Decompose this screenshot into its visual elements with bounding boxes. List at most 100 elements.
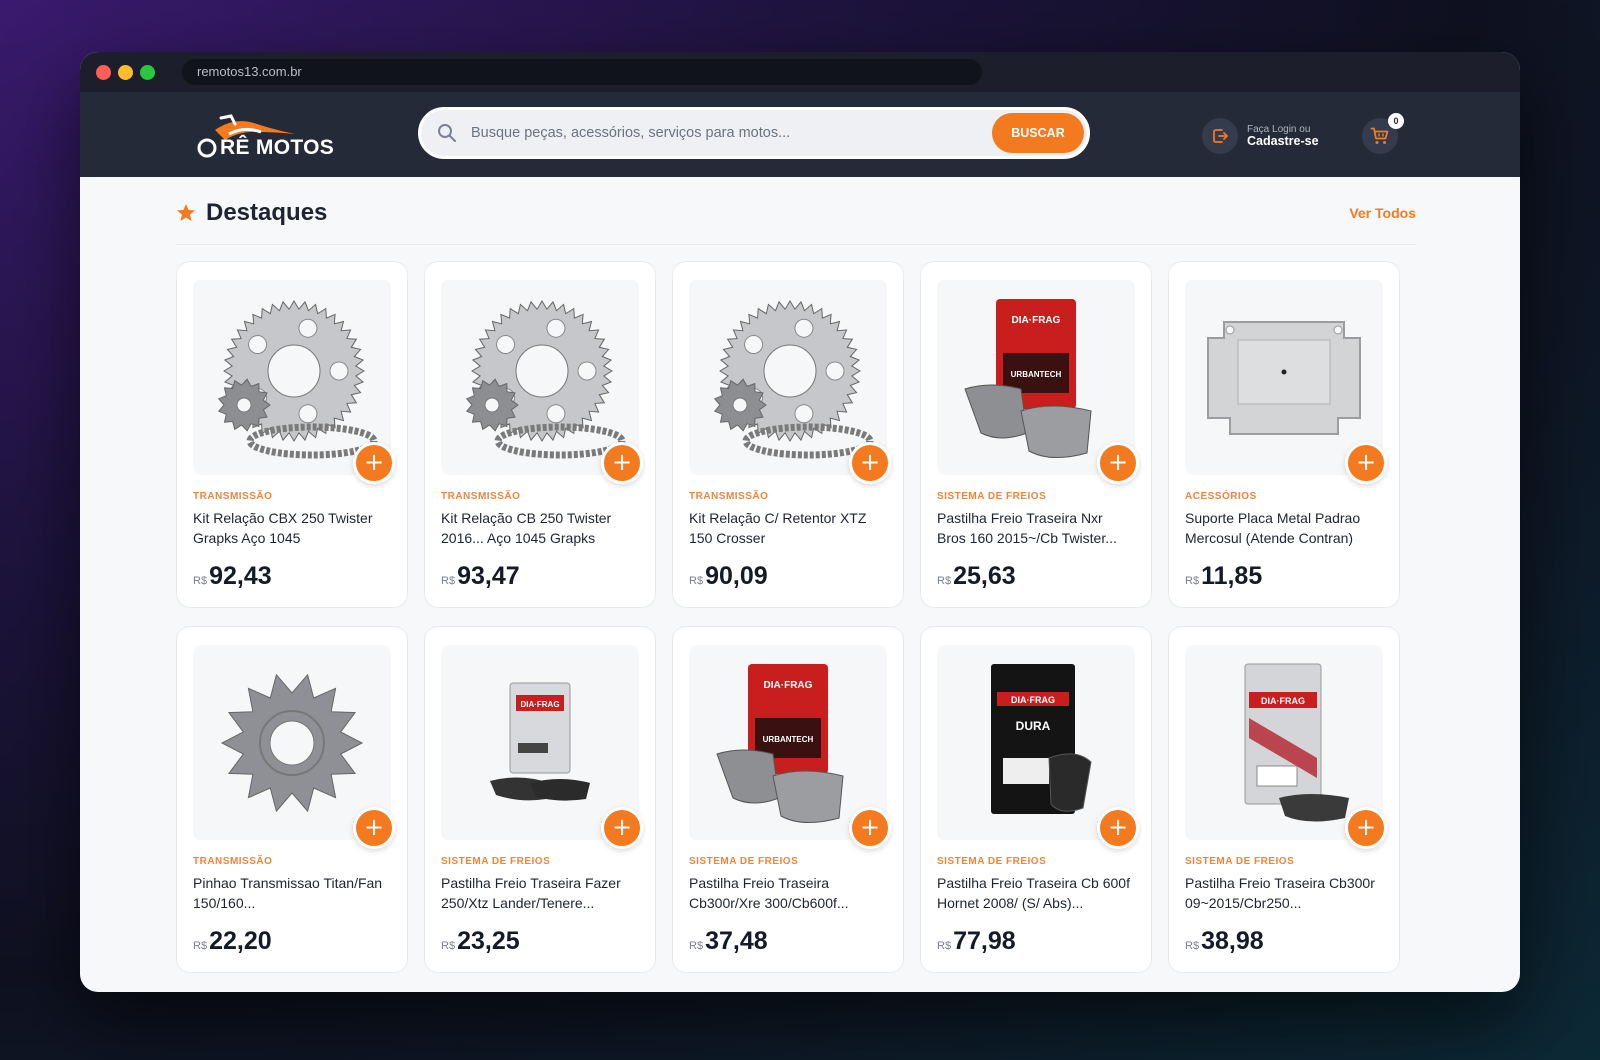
price-currency: R$ [193, 940, 208, 952]
minimize-window-button[interactable] [118, 64, 133, 80]
product-price: R$ 90,09 [689, 562, 887, 591]
product-grid: + TRANSMISSÃO Kit Relação CBX 250 Twiste… [176, 261, 1416, 973]
price-currency: R$ [1185, 940, 1200, 952]
svg-text:DIA·FRAG: DIA·FRAG [520, 700, 559, 709]
svg-text:URBANTECH: URBANTECH [1011, 370, 1062, 379]
price-amount: 37,48 [705, 927, 768, 955]
svg-text:DIA·FRAG: DIA·FRAG [764, 680, 813, 691]
add-to-cart-button[interactable]: + [1345, 442, 1387, 484]
login-icon [1202, 118, 1238, 154]
price-currency: R$ [441, 575, 456, 587]
price-currency: R$ [441, 940, 456, 952]
add-to-cart-button[interactable]: + [1097, 442, 1139, 484]
price-currency: R$ [937, 575, 952, 587]
product-name[interactable]: Pastilha Freio Traseira Cb300r/Xre 300/C… [689, 873, 887, 913]
product-card[interactable]: + TRANSMISSÃO Kit Relação CBX 250 Twiste… [176, 261, 408, 608]
product-card[interactable]: + TRANSMISSÃO Kit Relação C/ Retentor XT… [672, 261, 904, 608]
add-to-cart-button[interactable]: + [1097, 807, 1139, 849]
product-card[interactable]: DIA·FRAG DURA + SISTEMA DE FREIOS Pastil… [920, 626, 1152, 973]
cart-count-badge: 0 [1388, 113, 1404, 129]
product-card[interactable]: DIA·FRAG URBANTECH + SISTEMA DE FREIOS P… [920, 261, 1152, 608]
price-amount: 11,85 [1201, 562, 1263, 590]
section-title: Destaques [206, 198, 328, 226]
maximize-window-button[interactable] [140, 64, 155, 80]
add-to-cart-button[interactable]: + [601, 442, 643, 484]
featured-section-header: Destaques Ver Todos [176, 177, 1416, 245]
price-amount: 23,25 [457, 927, 520, 955]
price-amount: 25,63 [953, 562, 1016, 590]
price-amount: 92,43 [209, 562, 272, 590]
brake-pad-gray-image: DIA·FRAG [1244, 663, 1349, 822]
add-to-cart-button[interactable]: + [849, 807, 891, 849]
view-all-link[interactable]: Ver Todos [1349, 205, 1416, 221]
price-amount: 90,09 [705, 562, 768, 590]
browser-window: remotos13.com.br RÊ MOTOS BUSCAR [80, 52, 1520, 992]
product-name[interactable]: Kit Relação C/ Retentor XTZ 150 Crosser [689, 508, 887, 548]
svg-text:DIA·FRAG: DIA·FRAG [1011, 695, 1055, 705]
price-amount: 38,98 [1201, 927, 1264, 955]
product-category: SISTEMA DE FREIOS [1185, 856, 1295, 867]
product-price: R$ 23,25 [441, 927, 639, 956]
product-category: SISTEMA DE FREIOS [937, 856, 1047, 867]
product-card[interactable]: DIA·FRAG URBANTECH + SISTEMA DE FREIOS P… [672, 626, 904, 973]
add-to-cart-button[interactable]: + [1345, 807, 1387, 849]
product-category: TRANSMISSÃO [193, 491, 273, 502]
svg-text:URBANTECH: URBANTECH [763, 735, 814, 744]
product-card[interactable]: DIA·FRAG + SISTEMA DE FREIOS Pastilha Fr… [1168, 626, 1400, 973]
plate-holder-image [1207, 320, 1361, 435]
product-price: R$ 22,20 [193, 927, 391, 956]
sprocket-image [220, 673, 364, 812]
product-category: ACESSÓRIOS [1185, 491, 1257, 502]
product-category: SISTEMA DE FREIOS [441, 856, 551, 867]
logo-text: RÊ MOTOS [220, 136, 335, 159]
brake-pad-small-image: DIA·FRAG [490, 682, 590, 801]
close-window-button[interactable] [96, 64, 111, 80]
product-card[interactable]: + TRANSMISSÃO Kit Relação CB 250 Twister… [424, 261, 656, 608]
star-icon [177, 203, 195, 221]
product-name[interactable]: Pinhao Transmissao Titan/Fan 150/160... [193, 873, 391, 913]
product-category: TRANSMISSÃO [441, 491, 521, 502]
price-currency: R$ [1185, 575, 1200, 587]
site-header: RÊ MOTOS BUSCAR Faça Login ou Cadastre-s… [80, 92, 1520, 177]
add-to-cart-button[interactable]: + [601, 807, 643, 849]
product-card[interactable]: DIA·FRAG + SISTEMA DE FREIOS Pastilha Fr… [424, 626, 656, 973]
product-card[interactable]: + TRANSMISSÃO Pinhao Transmissao Titan/F… [176, 626, 408, 973]
search-bar: BUSCAR [418, 107, 1090, 159]
product-category: SISTEMA DE FREIOS [937, 491, 1047, 502]
price-currency: R$ [689, 940, 704, 952]
product-name[interactable]: Pastilha Freio Traseira Fazer 250/Xtz La… [441, 873, 639, 913]
chain-kit-image [713, 299, 874, 458]
register-label: Cadastre-se [1247, 133, 1319, 148]
product-name[interactable]: Kit Relação CB 250 Twister 2016... Aço 1… [441, 508, 639, 548]
login-link[interactable]: Faça Login ou Cadastre-se [1202, 118, 1319, 154]
cart-button[interactable]: 0 [1362, 113, 1404, 154]
price-currency: R$ [689, 575, 704, 587]
add-to-cart-button[interactable]: + [353, 442, 395, 484]
price-amount: 93,47 [457, 562, 520, 590]
product-price: R$ 77,98 [937, 927, 1135, 956]
svg-text:DIA·FRAG: DIA·FRAG [1012, 315, 1061, 326]
product-name[interactable]: Pastilha Freio Traseira Cb 600f Hornet 2… [937, 873, 1135, 913]
main-content: Destaques Ver Todos + TRANSMISSÃO Kit Re… [176, 177, 1416, 973]
product-name[interactable]: Kit Relação CBX 250 Twister Grapks Aço 1… [193, 508, 391, 548]
add-to-cart-button[interactable]: + [353, 807, 395, 849]
product-name[interactable]: Pastilha Freio Traseira Cb300r 09~2015/C… [1185, 873, 1383, 913]
cart-icon [1370, 127, 1389, 144]
product-price: R$ 93,47 [441, 562, 639, 591]
add-to-cart-button[interactable]: + [849, 442, 891, 484]
product-category: TRANSMISSÃO [689, 491, 769, 502]
price-amount: 77,98 [953, 927, 1016, 955]
product-name[interactable]: Pastilha Freio Traseira Nxr Bros 160 201… [937, 508, 1135, 548]
brake-pad-red-image: DIA·FRAG URBANTECH [964, 298, 1092, 458]
address-bar[interactable]: remotos13.com.br [182, 59, 982, 85]
product-card[interactable]: + ACESSÓRIOS Suporte Placa Metal Padrao … [1168, 261, 1400, 608]
search-input[interactable] [457, 113, 992, 153]
product-price: R$ 92,43 [193, 562, 391, 591]
product-price: R$ 25,63 [937, 562, 1135, 591]
browser-chrome: remotos13.com.br [80, 52, 1520, 92]
search-button[interactable]: BUSCAR [992, 113, 1084, 153]
brake-pad-red-image: DIA·FRAG URBANTECH [716, 663, 844, 823]
svg-text:DURA: DURA [1016, 719, 1051, 733]
product-name[interactable]: Suporte Placa Metal Padrao Mercosul (Ate… [1185, 508, 1383, 548]
chain-kit-image [217, 299, 378, 458]
